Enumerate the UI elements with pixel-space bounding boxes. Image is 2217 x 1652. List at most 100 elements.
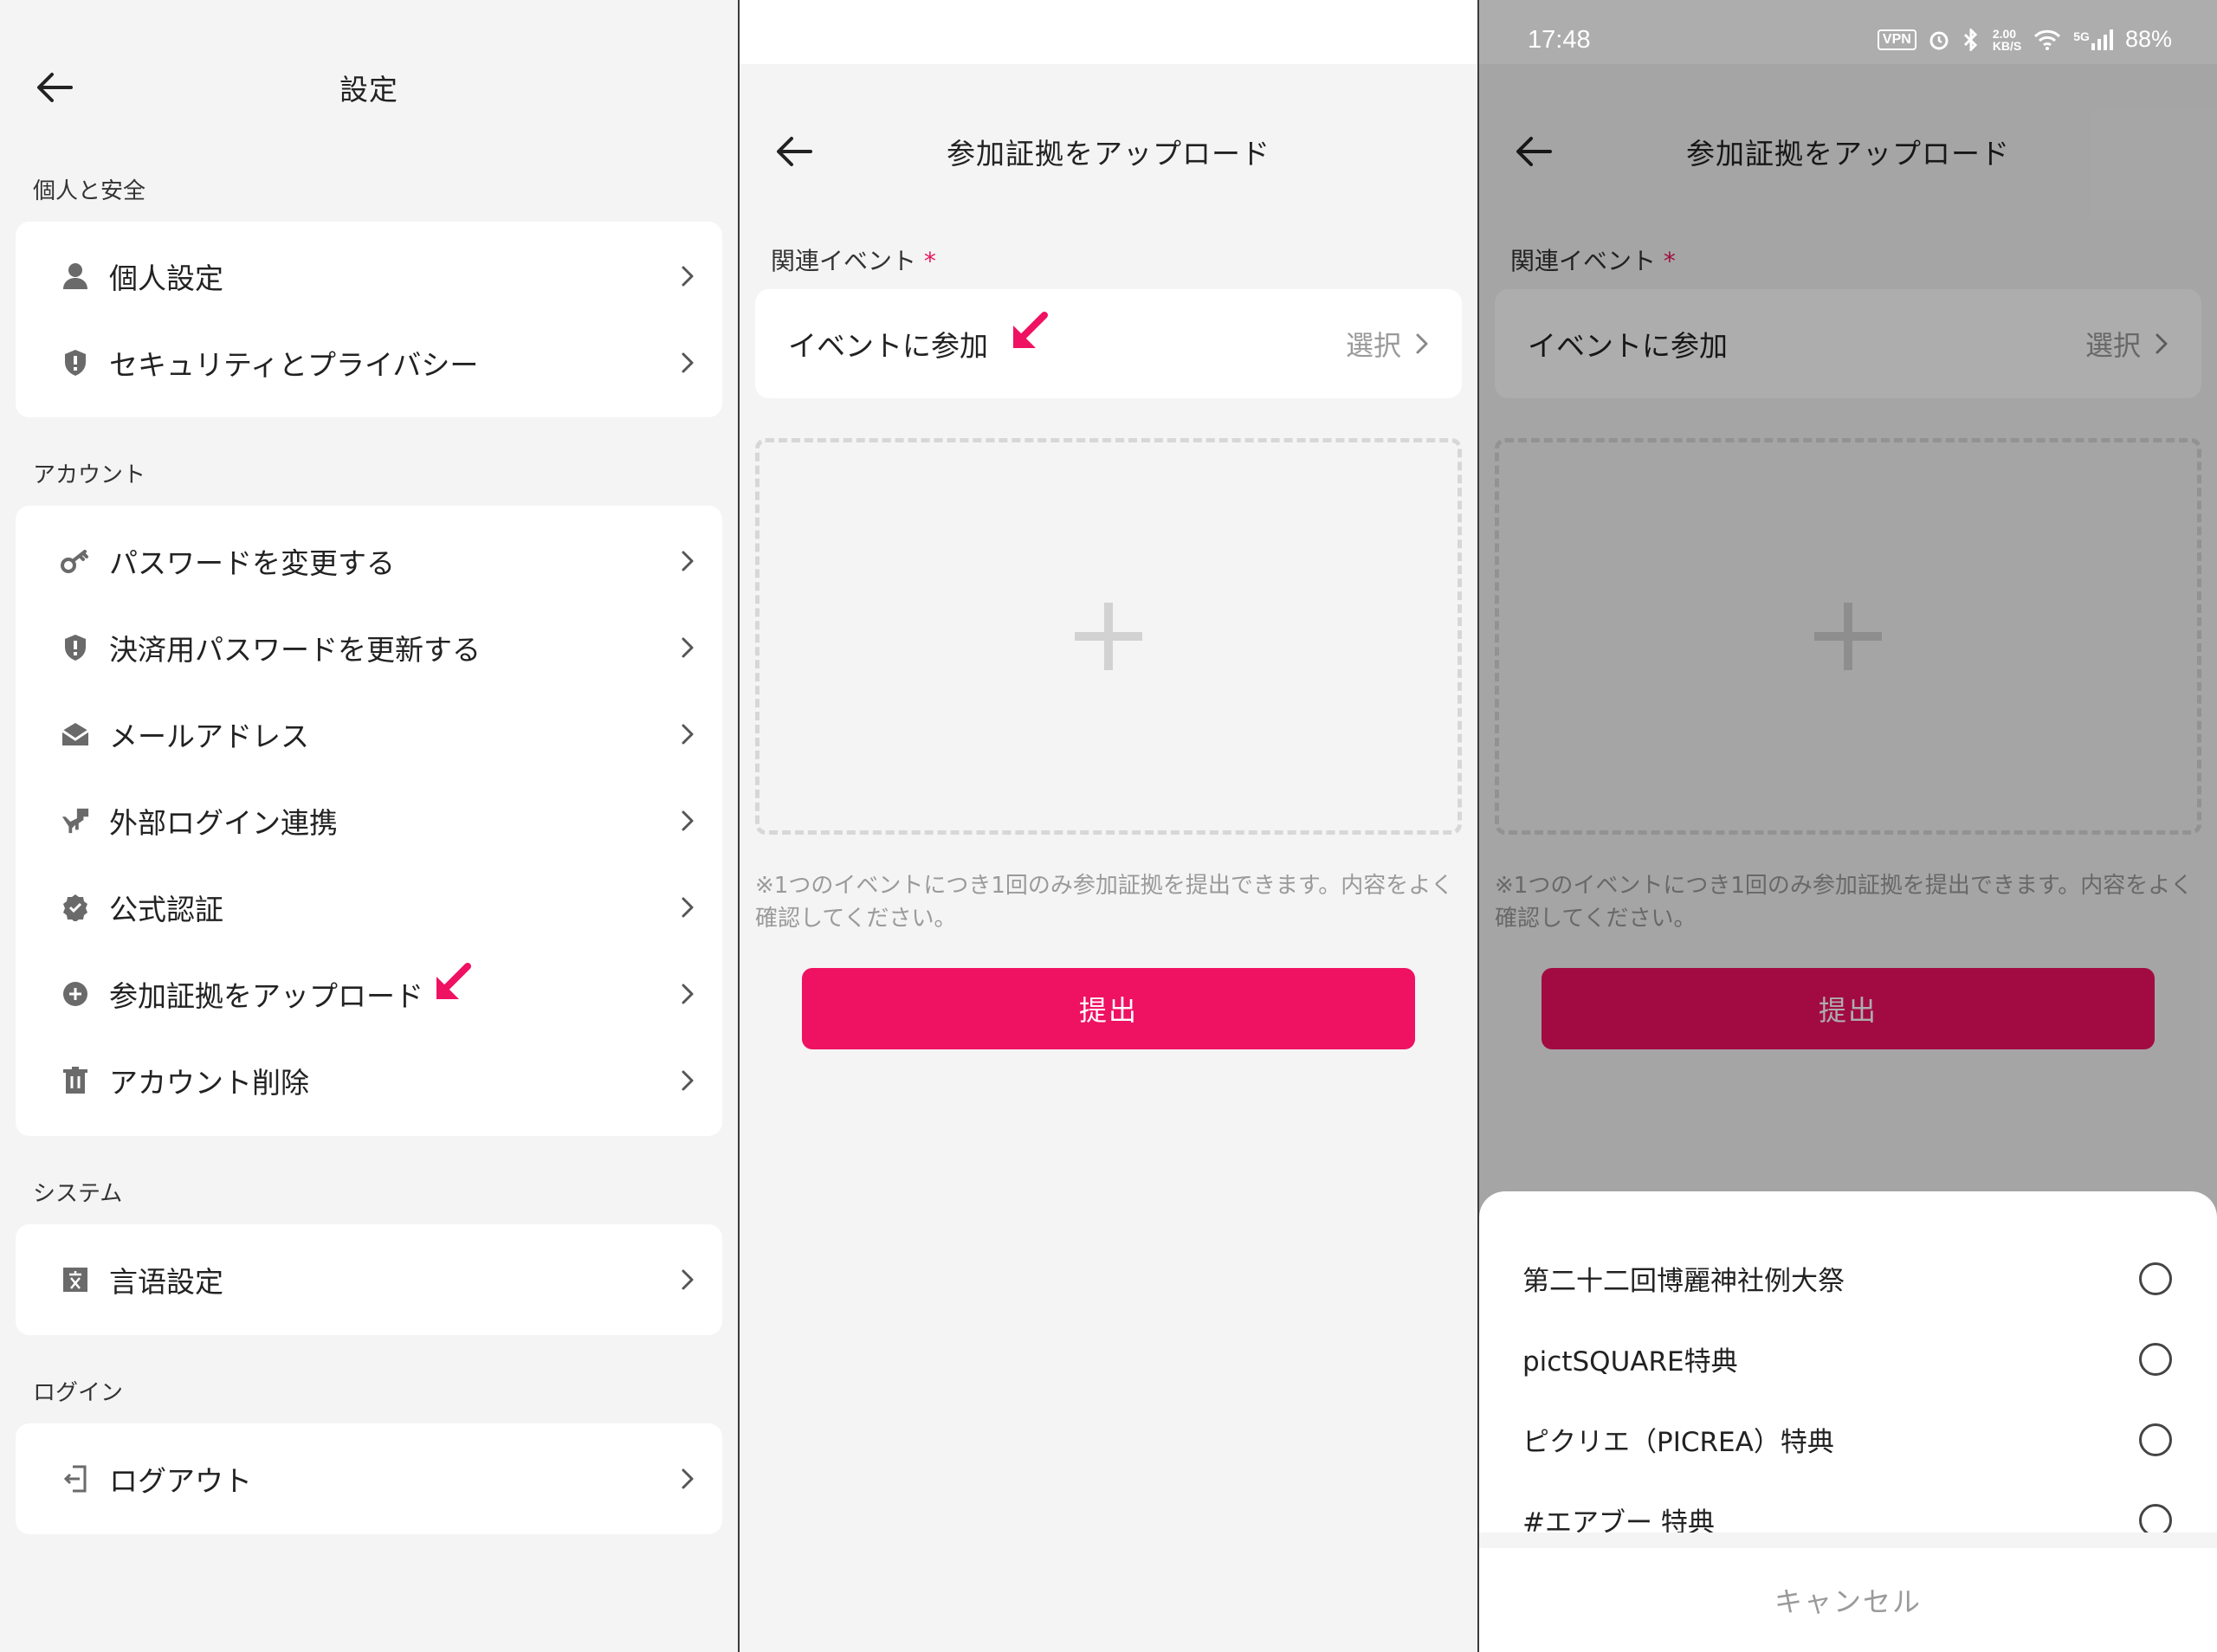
- event-picker-sheet: 第二十二回博麗神社例大祭 pictSQUARE特典 ピクリエ（PICREA）特典…: [1479, 1191, 2217, 1652]
- chevron-right-icon: [682, 984, 694, 1004]
- network-type: 5G: [2073, 29, 2090, 43]
- chevron-right-icon: [1416, 333, 1428, 354]
- settings-item-label: セキュリティとプライバシー: [109, 348, 479, 382]
- card-personal: 個人設定 セキュリティとプライバシー: [16, 222, 722, 417]
- status-time: 17:48: [1528, 26, 1591, 54]
- cancel-button[interactable]: キャンセル: [1479, 1548, 2217, 1652]
- network-speed: 2.00 KB/S: [1993, 28, 2021, 52]
- settings-item-label: 言语設定: [109, 1265, 223, 1299]
- person-icon: [61, 261, 90, 291]
- section-label-login: ログイン: [33, 1380, 124, 1406]
- submission-note: ※1つのイベントにつき1回のみ参加証拠を提出できます。内容をよく確認してください…: [755, 873, 1454, 932]
- settings-item-change-password[interactable]: パスワードを変更する: [16, 518, 722, 604]
- section-label-account: アカウント: [33, 462, 146, 488]
- status-icons: VPN 2.00 KB/S 5G 88%: [1877, 26, 2172, 53]
- sheet-divider: [1479, 1533, 2217, 1548]
- alarm-icon: [1929, 31, 1949, 49]
- radio-button[interactable]: [2139, 1342, 2172, 1376]
- settings-item-delete-account[interactable]: アカウント削除: [16, 1037, 722, 1124]
- vpn-icon: VPN: [1877, 29, 1916, 50]
- event-option-label: ピクリエ（PICREA）特典: [1522, 1427, 1834, 1458]
- chevron-right-icon: [682, 1269, 694, 1290]
- wifi-icon: [2034, 29, 2061, 50]
- dinosaur-icon: [61, 806, 90, 836]
- verified-badge-icon: [61, 893, 90, 922]
- image-upload-area[interactable]: [755, 438, 1462, 835]
- network-speed-unit: KB/S: [1992, 38, 2022, 53]
- shield-icon: [61, 633, 90, 662]
- chevron-right-icon: [682, 266, 694, 287]
- settings-item-label: 個人設定: [109, 261, 223, 295]
- radio-button[interactable]: [2139, 1423, 2172, 1456]
- vpn-icon: VPN: [595, 29, 634, 50]
- card-account: パスワードを変更する 決済用パスワードを更新する メールアドレス 外部ログイン連…: [16, 506, 722, 1136]
- page-title: 設定: [339, 73, 398, 106]
- settings-header: 設定: [0, 48, 738, 126]
- back-arrow-icon[interactable]: [35, 70, 74, 105]
- settings-item-label: 参加証拠をアップロード: [109, 979, 423, 1013]
- settings-item-personal[interactable]: 個人設定: [16, 233, 722, 319]
- upload-header: 参加証拠をアップロード: [740, 113, 1477, 190]
- cell-signal-icon: 5G: [2073, 29, 2113, 50]
- submit-button[interactable]: 提出: [802, 968, 1415, 1049]
- annotation-arrow-icon: [436, 963, 471, 999]
- radio-button[interactable]: [2139, 1503, 2172, 1537]
- battery-level: 88%: [2124, 26, 2172, 52]
- event-option[interactable]: pictSQUARE特典: [1479, 1319, 2217, 1399]
- logout-icon: [61, 1464, 90, 1494]
- language-icon: [61, 1265, 90, 1294]
- settings-item-label: 外部ログイン連携: [109, 806, 338, 840]
- settings-item-language[interactable]: 言语設定: [16, 1236, 722, 1323]
- chevron-right-icon: [682, 810, 694, 831]
- chevron-right-icon: [682, 897, 694, 918]
- settings-item-upload-proof[interactable]: 参加証拠をアップロード: [16, 951, 722, 1037]
- settings-item-label: ログアウト: [109, 1464, 252, 1498]
- network-speed-value: 2.00: [1992, 26, 2017, 41]
- back-arrow-icon[interactable]: [774, 134, 814, 169]
- section-label-system: システム: [33, 1181, 123, 1207]
- settings-item-email[interactable]: メールアドレス: [16, 691, 722, 778]
- settings-item-security[interactable]: セキュリティとプライバシー: [16, 319, 722, 406]
- field-label-text: 関連イベント: [771, 247, 917, 275]
- add-image-plus-icon: [1075, 603, 1142, 670]
- chevron-right-icon: [682, 1070, 694, 1091]
- key-icon: [61, 546, 90, 576]
- upload-proof-screen: 参加証拠をアップロード 関連イベント * イベントに参加 選択 ※1つのイベント…: [740, 0, 1477, 1652]
- settings-item-official-verification[interactable]: 公式認証: [16, 864, 722, 951]
- settings-item-label: パスワードを変更する: [109, 546, 395, 580]
- settings-item-label: 公式認証: [109, 893, 223, 926]
- bluetooth-icon: [1963, 28, 1977, 51]
- upload-proof-sheet-screen: 参加証拠をアップロード 関連イベント * イベントに参加 選択 ※1つのイベント…: [1479, 0, 2217, 1652]
- event-select[interactable]: イベントに参加 選択: [755, 289, 1462, 398]
- radio-button[interactable]: [2139, 1262, 2172, 1295]
- card-login: ログアウト: [16, 1423, 722, 1534]
- settings-item-logout[interactable]: ログアウト: [16, 1436, 722, 1522]
- chevron-right-icon: [682, 1468, 694, 1489]
- settings-screen: 17:48 VPN 88% 設定 個人と安全 個人設定 セキュリティとプライバシ…: [0, 0, 738, 1652]
- field-label-related-event: 関連イベント *: [771, 242, 936, 277]
- settings-item-label: メールアドレス: [109, 720, 309, 753]
- event-option[interactable]: ピクリエ（PICREA）特典: [1479, 1399, 2217, 1480]
- event-option-label: 第二十二回博麗神社例大祭: [1522, 1266, 1845, 1297]
- shield-icon: [61, 348, 90, 378]
- settings-item-payment-password[interactable]: 決済用パスワードを更新する: [16, 604, 722, 691]
- required-mark: *: [923, 247, 936, 275]
- page-title: 参加証拠をアップロード: [947, 137, 1270, 171]
- chevron-right-icon: [682, 724, 694, 745]
- status-bar: 17:48 VPN 2.00 KB/S 5G 88%: [1479, 0, 2217, 66]
- status-bar: [740, 0, 1477, 64]
- card-system: 言语設定: [16, 1224, 722, 1335]
- mail-icon: [61, 720, 90, 749]
- settings-item-external-login[interactable]: 外部ログイン連携: [16, 778, 722, 864]
- settings-item-label: 決済用パスワードを更新する: [109, 633, 481, 667]
- chevron-right-icon: [682, 637, 694, 658]
- section-label-personal: 個人と安全: [33, 178, 146, 204]
- chevron-right-icon: [682, 551, 694, 571]
- settings-item-label: アカウント削除: [109, 1066, 309, 1100]
- event-option-label: pictSQUARE特典: [1522, 1346, 1738, 1378]
- event-option[interactable]: 第二十二回博麗神社例大祭: [1479, 1238, 2217, 1319]
- event-select-value: イベントに参加: [788, 329, 988, 363]
- event-select-placeholder: 選択: [1345, 329, 1401, 362]
- plus-circle-icon: [61, 979, 90, 1009]
- chevron-right-icon: [682, 352, 694, 373]
